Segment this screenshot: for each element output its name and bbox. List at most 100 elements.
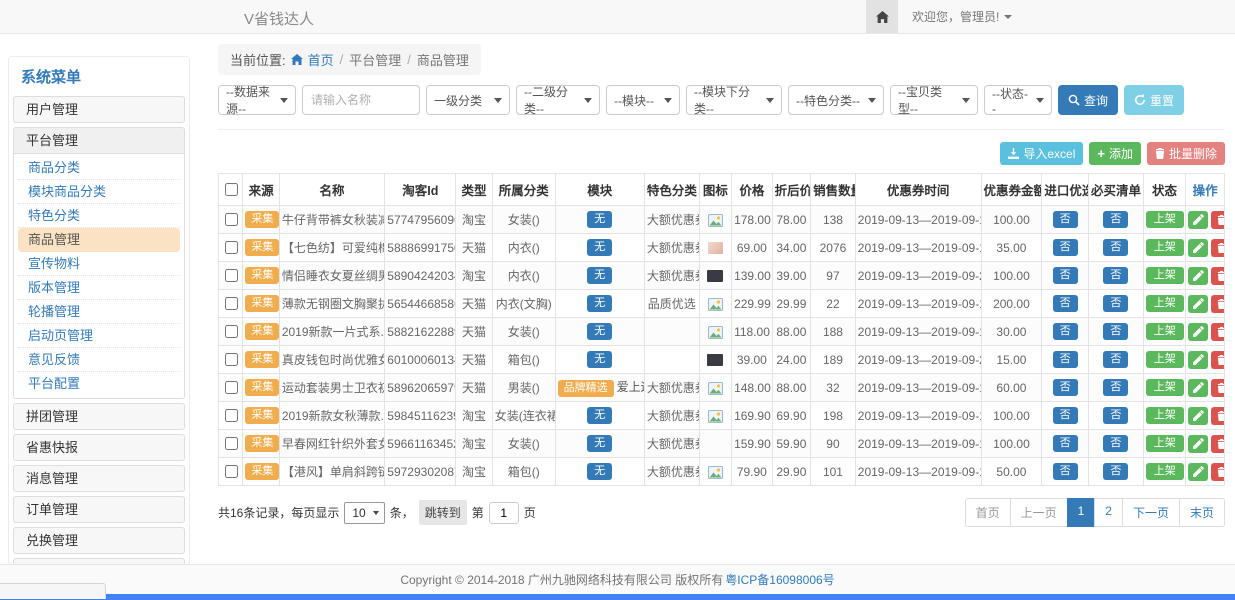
delete-button[interactable] bbox=[1211, 407, 1224, 425]
must-buy-badge[interactable]: 否 bbox=[1103, 211, 1128, 228]
must-buy-badge[interactable]: 否 bbox=[1103, 463, 1128, 480]
select-all-checkbox[interactable] bbox=[225, 183, 238, 196]
import-excel-button[interactable]: 导入excel bbox=[1000, 142, 1083, 165]
sidebar-item[interactable]: 版本管理 bbox=[18, 276, 180, 300]
per-page-select[interactable]: 10 bbox=[344, 502, 384, 524]
import-flag-badge[interactable]: 否 bbox=[1053, 351, 1078, 368]
page-button[interactable]: 上一页 bbox=[1010, 498, 1068, 527]
sidebar-item[interactable]: 商品管理 bbox=[18, 228, 180, 252]
data-source-select[interactable]: --数据来源-- bbox=[218, 85, 296, 115]
sidebar-group-header[interactable]: 用户管理 bbox=[13, 96, 185, 123]
sidebar-item[interactable]: 启动页管理 bbox=[18, 324, 180, 348]
row-checkbox[interactable] bbox=[225, 297, 238, 310]
item-type-select[interactable]: --宝贝类型-- bbox=[890, 85, 978, 115]
module-select[interactable]: --模块-- bbox=[606, 85, 680, 115]
edit-button[interactable] bbox=[1188, 239, 1208, 257]
row-checkbox[interactable] bbox=[225, 241, 238, 254]
delete-button[interactable] bbox=[1211, 379, 1224, 397]
sidebar-item[interactable]: 商品分类 bbox=[18, 156, 180, 180]
delete-button[interactable] bbox=[1211, 295, 1224, 313]
page-button[interactable]: 1 bbox=[1067, 498, 1096, 527]
sidebar-item[interactable]: 轮播管理 bbox=[18, 300, 180, 324]
row-checkbox[interactable] bbox=[225, 409, 238, 422]
edit-button[interactable] bbox=[1188, 379, 1208, 397]
import-flag-badge[interactable]: 否 bbox=[1053, 463, 1078, 480]
import-flag-badge[interactable]: 否 bbox=[1053, 407, 1078, 424]
status-select[interactable]: --状态-- bbox=[984, 85, 1052, 115]
page-number-input[interactable] bbox=[489, 502, 519, 524]
jump-button[interactable]: 跳转到 bbox=[419, 500, 467, 525]
sidebar-item[interactable]: 平台配置 bbox=[18, 372, 180, 396]
edit-button[interactable] bbox=[1188, 351, 1208, 369]
import-flag-badge[interactable]: 否 bbox=[1053, 295, 1078, 312]
must-buy-badge[interactable]: 否 bbox=[1103, 351, 1128, 368]
must-buy-badge[interactable]: 否 bbox=[1103, 379, 1128, 396]
page-button[interactable]: 首页 bbox=[965, 498, 1011, 527]
delete-button[interactable] bbox=[1211, 463, 1224, 481]
delete-button[interactable] bbox=[1211, 435, 1224, 453]
batch-delete-button[interactable]: 批量删除 bbox=[1147, 142, 1225, 165]
level1-category-select[interactable]: 一级分类 bbox=[426, 85, 510, 115]
row-checkbox[interactable] bbox=[225, 437, 238, 450]
must-buy-badge[interactable]: 否 bbox=[1103, 407, 1128, 424]
edit-button[interactable] bbox=[1188, 211, 1208, 229]
sidebar-group-header[interactable]: 省惠快报 bbox=[13, 434, 185, 461]
status-badge[interactable]: 上架 bbox=[1146, 323, 1184, 340]
must-buy-badge[interactable]: 否 bbox=[1103, 239, 1128, 256]
status-badge[interactable]: 上架 bbox=[1146, 239, 1184, 256]
edit-button[interactable] bbox=[1188, 463, 1208, 481]
row-checkbox[interactable] bbox=[225, 465, 238, 478]
delete-button[interactable] bbox=[1211, 323, 1224, 341]
sidebar-group-header[interactable]: 订单管理 bbox=[13, 496, 185, 523]
delete-button[interactable] bbox=[1211, 239, 1224, 257]
import-flag-badge[interactable]: 否 bbox=[1053, 323, 1078, 340]
edit-button[interactable] bbox=[1188, 435, 1208, 453]
reset-button[interactable]: 重置 bbox=[1124, 85, 1184, 115]
status-badge[interactable]: 上架 bbox=[1146, 407, 1184, 424]
sidebar-item[interactable]: 意见反馈 bbox=[18, 348, 180, 372]
sidebar-item[interactable]: 特色分类 bbox=[18, 204, 180, 228]
level2-category-select[interactable]: --二级分类-- bbox=[516, 85, 600, 115]
page-button[interactable]: 末页 bbox=[1179, 498, 1225, 527]
status-badge[interactable]: 上架 bbox=[1146, 463, 1184, 480]
must-buy-badge[interactable]: 否 bbox=[1103, 295, 1128, 312]
status-badge[interactable]: 上架 bbox=[1146, 379, 1184, 396]
status-badge[interactable]: 上架 bbox=[1146, 351, 1184, 368]
must-buy-badge[interactable]: 否 bbox=[1103, 267, 1128, 284]
name-search-input[interactable] bbox=[302, 85, 420, 115]
home-nav-button[interactable] bbox=[866, 0, 898, 33]
edit-button[interactable] bbox=[1188, 323, 1208, 341]
row-checkbox[interactable] bbox=[225, 269, 238, 282]
page-button[interactable]: 下一页 bbox=[1122, 498, 1180, 527]
sidebar-group-header[interactable]: 兑换管理 bbox=[13, 527, 185, 554]
status-badge[interactable]: 上架 bbox=[1146, 295, 1184, 312]
page-button[interactable]: 2 bbox=[1094, 498, 1123, 527]
import-flag-badge[interactable]: 否 bbox=[1053, 211, 1078, 228]
feature-category-select[interactable]: --特色分类-- bbox=[788, 85, 884, 115]
status-badge[interactable]: 上架 bbox=[1146, 267, 1184, 284]
sidebar-item[interactable]: 宣传物料 bbox=[18, 252, 180, 276]
status-badge[interactable]: 上架 bbox=[1146, 435, 1184, 452]
delete-button[interactable] bbox=[1211, 351, 1224, 369]
sidebar-group-header[interactable]: 平台管理 bbox=[13, 127, 185, 154]
delete-button[interactable] bbox=[1211, 267, 1224, 285]
delete-button[interactable] bbox=[1211, 211, 1224, 229]
breadcrumb-home-link[interactable]: 首页 bbox=[308, 50, 334, 69]
module-subcategory-select[interactable]: --模块下分类-- bbox=[686, 85, 782, 115]
sidebar-item[interactable]: 模块商品分类 bbox=[18, 180, 180, 204]
search-button[interactable]: 查询 bbox=[1058, 85, 1118, 115]
icp-link[interactable]: 粤ICP备16098006号 bbox=[725, 571, 834, 588]
import-flag-badge[interactable]: 否 bbox=[1053, 239, 1078, 256]
row-checkbox[interactable] bbox=[225, 381, 238, 394]
import-flag-badge[interactable]: 否 bbox=[1053, 435, 1078, 452]
row-checkbox[interactable] bbox=[225, 213, 238, 226]
add-button[interactable]: + 添加 bbox=[1089, 142, 1141, 165]
row-checkbox[interactable] bbox=[225, 353, 238, 366]
edit-button[interactable] bbox=[1188, 295, 1208, 313]
must-buy-badge[interactable]: 否 bbox=[1103, 435, 1128, 452]
user-menu[interactable]: 欢迎您，管理员! bbox=[912, 8, 1012, 25]
edit-button[interactable] bbox=[1188, 267, 1208, 285]
import-flag-badge[interactable]: 否 bbox=[1053, 267, 1078, 284]
sidebar-group-header[interactable]: 消息管理 bbox=[13, 465, 185, 492]
status-badge[interactable]: 上架 bbox=[1146, 211, 1184, 228]
